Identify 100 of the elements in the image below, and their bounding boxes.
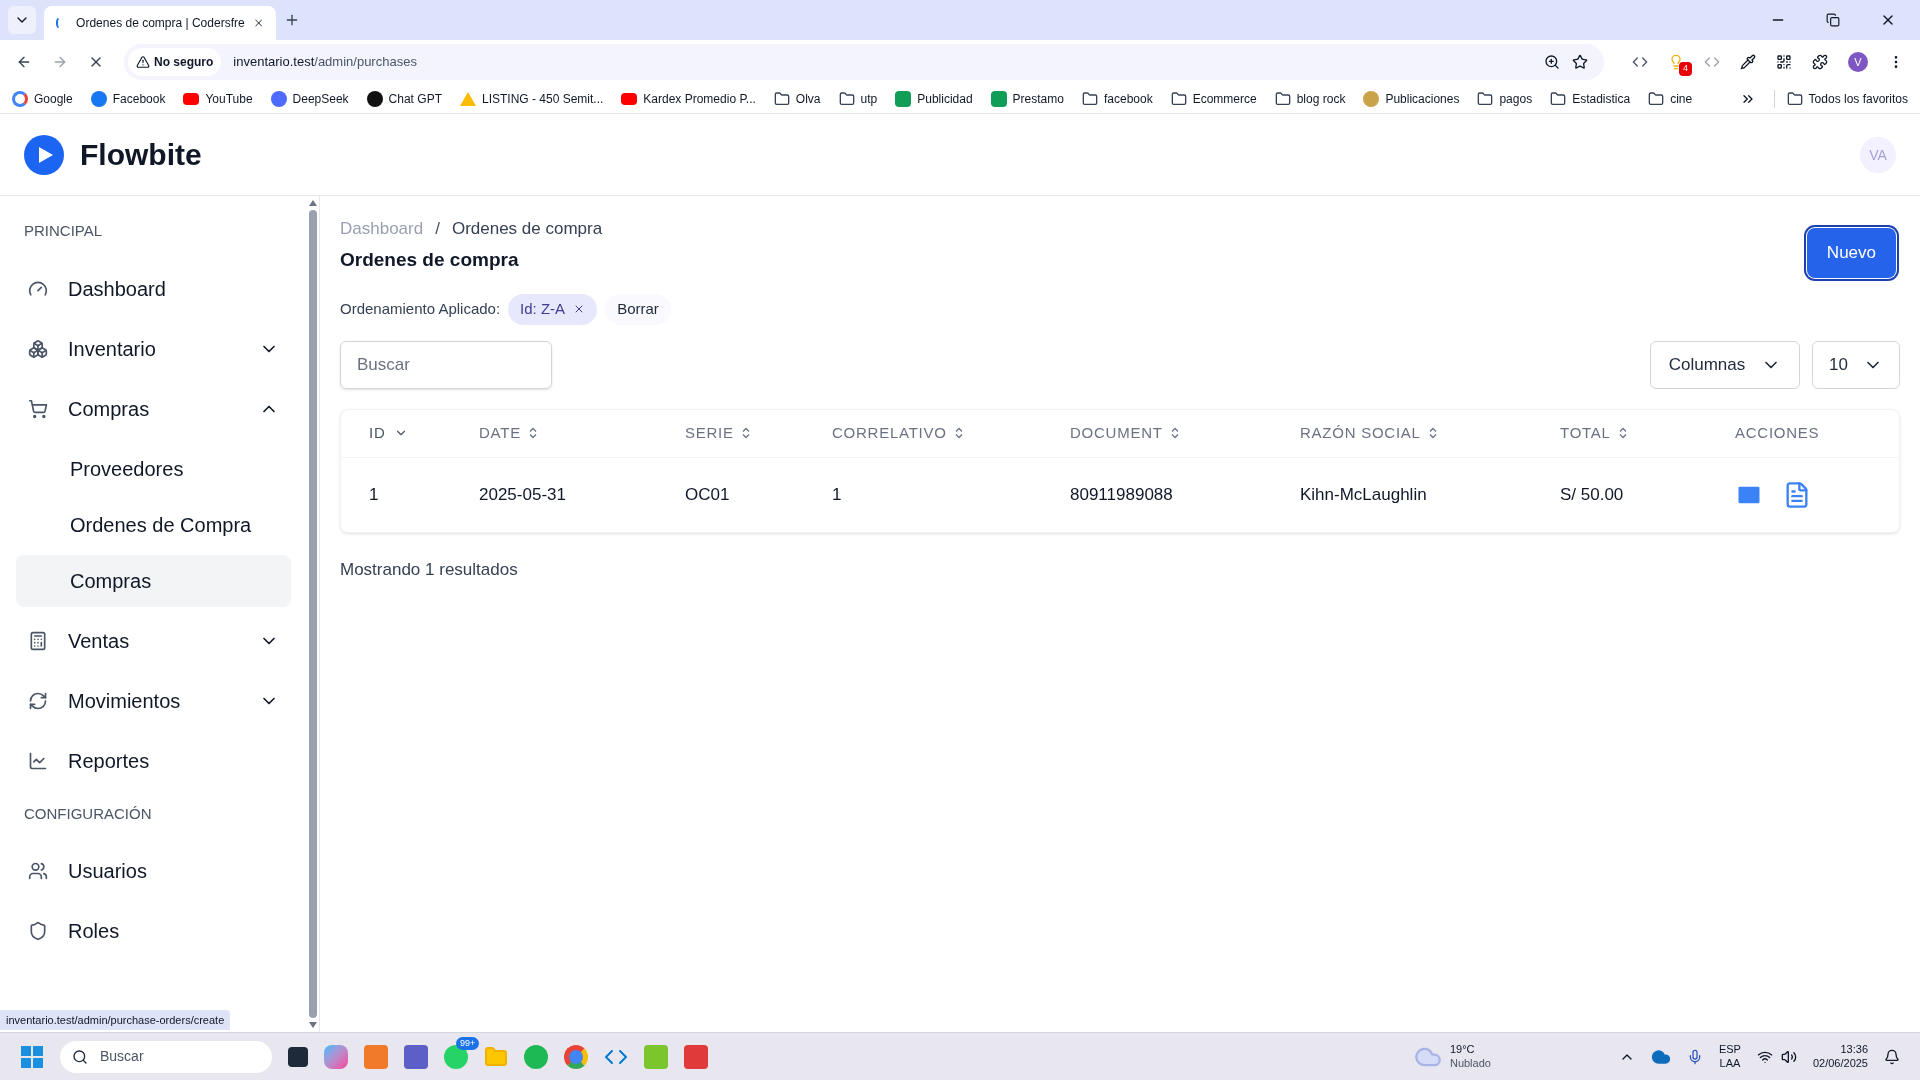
sort-icon <box>1170 427 1179 439</box>
bookmark-link[interactable]: facebook <box>1081 89 1153 108</box>
restore-icon[interactable] <box>1826 13 1840 27</box>
folder-icon <box>1477 90 1494 107</box>
bookmark-link[interactable]: Publicidad <box>895 89 973 108</box>
column-header[interactable]: DOCUMENT <box>1070 421 1300 445</box>
column-header: ACCIONES <box>1735 422 1821 443</box>
sidebar-item[interactable]: Usuarios <box>16 841 291 901</box>
bookmark-link[interactable]: pagos <box>1477 89 1533 108</box>
sidebar-item[interactable]: Ventas <box>16 610 291 671</box>
folder-icon <box>1786 90 1803 107</box>
column-header[interactable]: CORRELATIVO <box>832 421 1070 445</box>
results-count: Mostrando 1 resultados <box>340 558 519 581</box>
refresh-icon <box>28 690 48 711</box>
sort-icon <box>954 427 963 439</box>
scroll-up-icon[interactable] <box>309 200 317 206</box>
bookmark-link[interactable]: Prestamo <box>990 89 1064 108</box>
eyedropper-icon[interactable] <box>1740 54 1756 70</box>
search-icon <box>72 1048 88 1065</box>
submenu-item[interactable]: Proveedores <box>16 442 291 495</box>
zoom-icon[interactable] <box>1544 54 1560 70</box>
search-field[interactable]: Buscar <box>340 340 552 389</box>
bookmark-link[interactable]: Estadistica <box>1550 89 1631 108</box>
table-cell-text: 1 <box>369 483 380 506</box>
sidebar-item[interactable]: Dashboard <box>16 258 291 319</box>
url-text: inventario.test/admin/purchases <box>233 53 417 72</box>
taskbar-search[interactable]: Buscar <box>60 1040 272 1073</box>
bookmark-link[interactable]: Google <box>12 89 73 108</box>
bookmark-link[interactable]: YouTube <box>183 89 253 108</box>
column-header[interactable]: DATE <box>479 421 685 445</box>
sidebar-item[interactable]: Inventario <box>16 318 291 379</box>
bookmark-link[interactable]: Todos los favoritos <box>1773 89 1908 108</box>
address-bar[interactable]: No seguro inventario.test/admin/purchases <box>124 44 1604 80</box>
sidebar-item[interactable]: Movimientos <box>16 670 291 731</box>
table-cell-text: OC01 <box>685 483 731 506</box>
bookmark-link[interactable]: Ecommerce <box>1170 89 1257 108</box>
windows-logo-icon[interactable] <box>20 1044 44 1069</box>
keyboard-layout[interactable]: LAA <box>1719 1056 1741 1071</box>
cart-icon <box>28 398 48 419</box>
per-page-dropdown[interactable]: 10 <box>1812 340 1900 389</box>
register-icon <box>28 630 48 651</box>
bookmark-link[interactable]: Publicaciones <box>1363 89 1460 108</box>
folder-icon <box>1550 90 1567 107</box>
bookmark-link[interactable]: DeepSeek <box>270 89 349 108</box>
browser-tab[interactable]: Ordenes de compra | Codersfre <box>44 6 276 40</box>
sort-icon <box>528 427 537 439</box>
scroll-down-icon[interactable] <box>309 1022 317 1028</box>
profile-avatar[interactable]: V <box>1848 52 1868 72</box>
browser-icon[interactable] <box>564 1044 588 1069</box>
bookmark-link[interactable]: blog rock <box>1274 89 1346 108</box>
bookmark-link[interactable]: Facebook <box>90 89 166 108</box>
security-chip[interactable]: No seguro <box>128 48 222 76</box>
tab-list-button[interactable] <box>8 6 36 34</box>
forward-icon[interactable] <box>52 54 68 70</box>
column-header[interactable]: SERIE <box>685 421 832 445</box>
breadcrumb-separator: / <box>435 218 440 240</box>
page-title: Ordenes de compra <box>340 247 520 272</box>
weather-text: Nublado <box>1449 1056 1491 1071</box>
bookmark-link[interactable]: Chat GPT <box>366 89 442 108</box>
table-cell-text: S/ 50.00 <box>1560 483 1625 506</box>
close-icon[interactable] <box>252 16 264 30</box>
bookmark-link[interactable]: utp <box>838 89 878 108</box>
new-button[interactable]: Nuevo <box>1806 228 1896 278</box>
submenu-item[interactable]: Ordenes de Compra <box>16 498 291 551</box>
sort-chip[interactable]: Id: Z-A <box>508 294 598 325</box>
bookmark-link[interactable]: LISTING - 450 Semit... <box>459 89 604 108</box>
submenu-item[interactable]: Compras <box>16 554 291 607</box>
sort-icon <box>741 427 750 439</box>
boxes-icon <box>28 338 48 359</box>
bulb-icon[interactable] <box>1668 54 1684 70</box>
extensions-icon[interactable] <box>1812 54 1828 70</box>
clear-button[interactable]: Borrar <box>605 294 671 325</box>
bookmark-link[interactable]: cine <box>1648 89 1693 108</box>
sidebar-item[interactable]: Reportes <box>16 730 291 791</box>
notifications-icon[interactable] <box>1884 1048 1900 1065</box>
columns-dropdown[interactable]: Columnas <box>1650 340 1800 389</box>
warning-icon <box>136 55 150 69</box>
shield-icon <box>28 921 48 941</box>
new-tab-icon[interactable] <box>284 12 300 28</box>
column-header[interactable]: TOTAL <box>1560 421 1735 445</box>
sidebar-item[interactable]: Compras <box>16 378 291 439</box>
language-code[interactable]: ESP <box>1718 1042 1741 1057</box>
clock-date[interactable]: 02/06/2025 <box>1812 1056 1868 1071</box>
qr-icon[interactable] <box>1776 54 1792 70</box>
volume-icon[interactable] <box>1780 1048 1797 1065</box>
sidebar-item[interactable]: Roles <box>16 901 291 961</box>
sorting-label: Ordenamiento Aplicado: <box>340 299 501 319</box>
logo-icon <box>24 134 64 175</box>
column-header[interactable]: RAZÓN SOCIAL <box>1300 421 1560 445</box>
back-icon[interactable] <box>16 54 32 70</box>
code-box-icon[interactable] <box>1704 54 1720 70</box>
users-icon <box>28 861 48 881</box>
bookmark-star-icon[interactable] <box>1572 54 1588 70</box>
bookmark-link[interactable]: Kardex Promedio P... <box>621 89 756 108</box>
clock-time[interactable]: 13:36 <box>1840 1042 1868 1057</box>
bookmark-link[interactable]: Olva <box>773 89 821 108</box>
section-heading: CONFIGURACIÓN <box>23 803 153 824</box>
code-icon[interactable] <box>1632 54 1648 70</box>
column-header[interactable]: ID <box>369 421 479 445</box>
folder-icon <box>838 90 855 107</box>
